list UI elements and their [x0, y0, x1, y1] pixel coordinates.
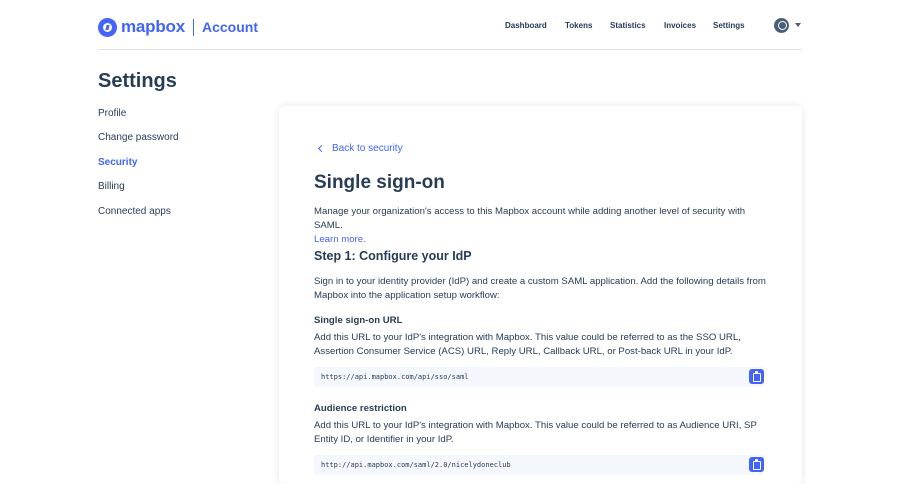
step-description: Sign in to your identity provider (IdP) …: [314, 276, 766, 301]
brand-name: mapbox: [121, 17, 185, 36]
sidebar-item-security[interactable]: Security: [98, 157, 137, 168]
learn-more-link[interactable]: Learn more.: [314, 234, 366, 245]
top-header: mapbox Account Dashboard Tokens Statisti…: [98, 0, 802, 50]
intro-text: Manage your organization's access to thi…: [314, 205, 766, 247]
sidebar-item-connected-apps[interactable]: Connected apps: [98, 206, 171, 217]
step-title: Step 1: Configure your IdP: [314, 249, 472, 263]
nav-dashboard[interactable]: Dashboard: [505, 21, 547, 30]
sidebar-item-profile[interactable]: Profile: [98, 108, 126, 119]
intro-body: Manage your organization's access to thi…: [314, 206, 746, 231]
audience-url-value[interactable]: http://api.mapbox.com/saml/2.0/nicelydon…: [321, 461, 511, 469]
nav-settings[interactable]: Settings: [713, 21, 745, 30]
chevron-down-icon[interactable]: [795, 23, 801, 27]
audience-restriction-description: Add this URL to your IdP's integration w…: [314, 420, 757, 445]
sso-url-code: https://api.mapbox.com/api/sso/saml: [314, 367, 764, 387]
sso-url-value[interactable]: https://api.mapbox.com/api/sso/saml: [321, 373, 469, 381]
copy-sso-url-button[interactable]: [749, 369, 764, 384]
audience-restriction-title: Audience restriction: [314, 403, 407, 414]
sso-card: Back to security Single sign-on Manage y…: [279, 106, 802, 484]
user-avatar-icon[interactable]: [774, 18, 789, 33]
nav-invoices[interactable]: Invoices: [664, 21, 696, 30]
sso-url-title: Single sign-on URL: [314, 315, 403, 326]
back-link-label: Back to security: [332, 143, 403, 154]
audience-url-code: http://api.mapbox.com/saml/2.0/nicelydon…: [314, 455, 764, 475]
brand-product: Account: [201, 19, 258, 35]
copy-audience-url-button[interactable]: [749, 457, 764, 472]
brand[interactable]: mapbox Account: [98, 16, 258, 38]
mapbox-logo-icon: [98, 17, 117, 37]
sso-url-description: Add this URL to your IdP's integration w…: [314, 332, 741, 357]
brand-divider: [192, 18, 194, 36]
sidebar-item-billing[interactable]: Billing: [98, 181, 125, 192]
sidebar-item-change-password[interactable]: Change password: [98, 132, 179, 143]
chevron-left-icon: [317, 144, 326, 153]
page-title: Single sign-on: [314, 172, 445, 193]
nav-statistics[interactable]: Statistics: [610, 21, 646, 30]
nav-tokens[interactable]: Tokens: [565, 21, 592, 30]
back-to-security-link[interactable]: Back to security: [314, 143, 403, 154]
settings-title: Settings: [98, 70, 177, 92]
